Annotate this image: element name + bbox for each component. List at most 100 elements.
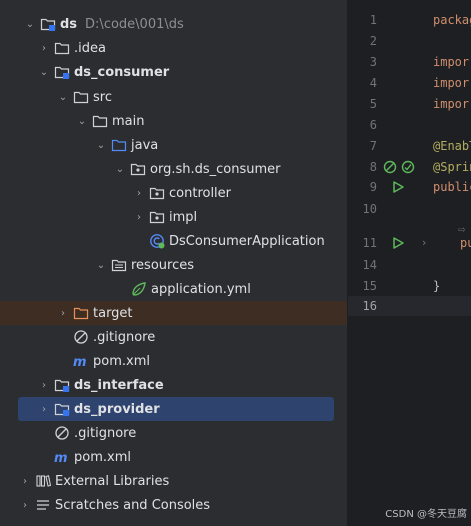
package-icon <box>149 209 165 225</box>
code-line[interactable]: 1 packag <box>348 10 471 30</box>
tree-label: External Libraries <box>55 473 170 489</box>
module-folder-icon <box>40 16 56 32</box>
tree-item-root-pom[interactable]: m pom.xml <box>0 445 399 469</box>
tree-item-src[interactable]: ⌄ src <box>0 85 402 109</box>
project-tree-panel: ⌄ ds D:\code\001\ds › .idea ⌄ ds_consume… <box>0 0 402 526</box>
line-number: 11 <box>362 236 377 250</box>
line-number: 9 <box>369 180 377 194</box>
package-icon <box>130 161 146 177</box>
tree-label: ds_provider <box>74 401 160 417</box>
code-line[interactable]: 3 impor <box>348 52 471 72</box>
chevron-right-icon[interactable]: › <box>17 493 33 517</box>
chevron-down-icon[interactable]: ⌄ <box>55 85 71 109</box>
line-number: 8 <box>369 160 377 174</box>
chevron-down-icon[interactable]: ⌄ <box>93 253 109 277</box>
code-line[interactable]: 15 } <box>348 276 471 296</box>
line-number: 4 <box>369 76 377 90</box>
resources-folder-icon <box>111 257 127 273</box>
folder-icon <box>92 113 108 129</box>
code-line[interactable]: 4 impor <box>348 73 471 93</box>
tree-label: ds_consumer <box>74 64 170 80</box>
line-number: 7 <box>369 139 377 153</box>
tree-label: controller <box>169 185 232 201</box>
chevron-right-icon[interactable]: › <box>131 205 147 229</box>
line-number: 5 <box>369 97 377 111</box>
tree-label: DsConsumerApplication <box>169 233 325 249</box>
code-text: @Sprin <box>433 160 471 174</box>
chevron-down-icon[interactable]: ⌄ <box>74 109 90 133</box>
tree-item-root-gitignore[interactable]: .gitignore <box>0 421 399 445</box>
code-text: pu <box>460 236 471 250</box>
tree-label: ds_interface <box>74 377 164 393</box>
code-line[interactable]: 6 <box>348 115 471 135</box>
tree-label: ds <box>60 16 78 32</box>
code-text: public <box>433 180 471 194</box>
code-line[interactable]: 7 @EnabT <box>348 136 471 156</box>
maven-icon: m <box>73 353 89 369</box>
ignore-file-icon <box>54 425 70 441</box>
code-line[interactable]: 9 public <box>348 177 471 197</box>
line-number: 2 <box>369 34 377 48</box>
project-path: D:\code\001\ds <box>85 16 184 32</box>
code-text: impor <box>433 97 470 111</box>
tree-label: .gitignore <box>74 425 137 441</box>
tree-label: impl <box>169 209 198 225</box>
spring-bean-gutter-icon[interactable] <box>382 159 398 175</box>
code-text: packag <box>433 13 471 27</box>
tree-item-target[interactable]: › target <box>0 301 402 325</box>
tree-label: pom.xml <box>93 353 150 369</box>
code-line-current[interactable]: 16 <box>348 296 471 316</box>
code-line[interactable]: 14 <box>348 255 471 275</box>
chevron-right-icon[interactable]: › <box>36 397 52 421</box>
tree-item-external-libraries[interactable]: › External Libraries <box>0 469 364 493</box>
maven-icon: m <box>54 449 70 465</box>
excluded-folder-icon <box>73 305 89 321</box>
code-line[interactable]: 11 › ⇨ pu <box>348 222 471 253</box>
tree-item-idea[interactable]: › .idea <box>0 36 383 60</box>
fold-chevron-icon[interactable]: › <box>416 235 432 251</box>
tree-item-ds-consumer[interactable]: ⌄ ds_consumer <box>0 60 383 84</box>
line-number: 15 <box>362 279 377 293</box>
module-folder-icon <box>54 401 70 417</box>
chevron-right-icon[interactable]: › <box>17 469 33 493</box>
tree-item-ds-interface[interactable]: › ds_interface <box>0 373 383 397</box>
code-line[interactable]: 5 impor <box>348 94 471 114</box>
code-text: impor <box>433 55 470 69</box>
tree-label: .idea <box>74 40 106 56</box>
chevron-down-icon[interactable]: ⌄ <box>36 60 52 84</box>
library-icon <box>35 473 51 489</box>
code-line[interactable]: 10 <box>348 199 471 219</box>
tree-item-ds-provider[interactable]: › ds_provider <box>18 397 334 421</box>
chevron-right-icon[interactable]: › <box>55 301 71 325</box>
tree-item-ds-root[interactable]: ⌄ ds D:\code\001\ds <box>0 12 369 36</box>
line-number: 16 <box>362 299 377 313</box>
spring-config-icon <box>131 281 147 297</box>
run-icon[interactable] <box>390 179 406 195</box>
tree-label: src <box>93 89 112 105</box>
folder-icon <box>54 40 70 56</box>
code-line[interactable]: 8 @Sprin <box>348 157 471 177</box>
tree-label: org.sh.ds_consumer <box>150 161 281 177</box>
spring-config-gutter-icon[interactable] <box>400 159 416 175</box>
chevron-right-icon[interactable]: › <box>36 36 52 60</box>
line-number: 6 <box>369 118 377 132</box>
code-text: } <box>433 279 441 293</box>
chevron-down-icon[interactable]: ⌄ <box>22 12 38 36</box>
module-folder-icon <box>54 64 70 80</box>
chevron-down-icon[interactable]: ⌄ <box>112 157 128 181</box>
line-number: 14 <box>362 258 377 272</box>
ignore-file-icon <box>73 329 89 345</box>
svg-text:m: m <box>73 355 87 369</box>
chevron-right-icon[interactable]: › <box>36 373 52 397</box>
svg-text:m: m <box>54 451 68 465</box>
chevron-down-icon[interactable]: ⌄ <box>93 133 109 157</box>
code-text: impor <box>433 76 470 90</box>
tree-item-scratches[interactable]: › Scratches and Consoles <box>0 493 364 517</box>
run-icon[interactable] <box>390 235 406 251</box>
chevron-right-icon[interactable]: › <box>131 181 147 205</box>
code-editor[interactable]: 1 packag 2 3 impor 4 impor 5 impor 6 7 @… <box>348 0 471 526</box>
spring-boot-class-icon <box>149 233 165 249</box>
tree-label: target <box>93 305 133 321</box>
code-line[interactable]: 2 <box>348 31 471 51</box>
tree-label: Scratches and Consoles <box>55 497 211 513</box>
